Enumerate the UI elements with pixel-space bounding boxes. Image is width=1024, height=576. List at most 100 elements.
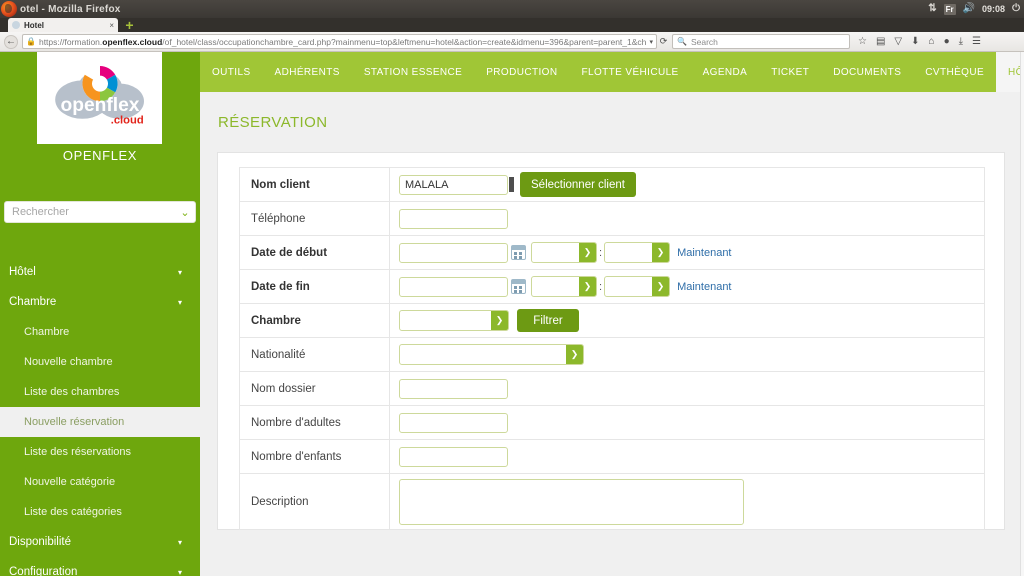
chevron-down-icon[interactable]: ▾ — [649, 38, 653, 46]
label-nom-dossier: Nom dossier — [239, 371, 390, 406]
sync-icon[interactable]: ● — [944, 36, 950, 47]
sidebar-item-nouvelle-reservation[interactable]: Nouvelle réservation — [0, 407, 200, 437]
field-nombre-adultes — [389, 405, 985, 440]
table-row: Nom client Sélectionner client — [239, 167, 985, 202]
tab-cvtheque[interactable]: CVTHÈQUE — [913, 52, 996, 92]
browser-navbar: ← 🔒 https://formation.openflex.cloud/of_… — [0, 32, 1024, 52]
home-icon[interactable]: ⌂ — [929, 36, 935, 47]
tab-outils[interactable]: OUTILS — [200, 52, 263, 92]
label-nationalite: Nationalité — [239, 337, 390, 372]
svg-text:.cloud: .cloud — [110, 115, 143, 127]
sidebar-item-hotel[interactable]: Hôtel ▾ — [0, 257, 200, 287]
field-telephone — [389, 201, 985, 236]
date-fin-input[interactable] — [399, 276, 508, 297]
calendar-icon[interactable] — [511, 245, 526, 260]
downloads-icon[interactable]: ⬇ — [911, 36, 919, 47]
url-bar[interactable]: 🔒 https://formation.openflex.cloud/of_ho… — [22, 34, 657, 49]
label-nombre-enfants: Nombre d'enfants — [239, 439, 390, 474]
sidebar-item-nouvelle-chambre[interactable]: Nouvelle chambre — [0, 347, 200, 377]
chevron-down-icon[interactable]: ⌄ — [175, 202, 195, 222]
network-icon[interactable]: ⇅ — [928, 4, 936, 14]
nationalite-select[interactable]: ❯ — [399, 344, 584, 365]
page-favicon-icon — [12, 21, 20, 29]
date-debut-minute-select[interactable]: ❯ — [604, 242, 671, 263]
sidebar-item-label: Hôtel — [9, 266, 36, 278]
date-fin-hour-select[interactable]: ❯ — [531, 276, 597, 297]
reservation-form-card: Nom client Sélectionner client Téléphone — [217, 152, 1005, 530]
text-cursor-icon — [509, 177, 514, 192]
sidebar-item-chambre[interactable]: Chambre — [0, 317, 200, 347]
logo-card[interactable]: openflex .cloud — [37, 52, 162, 144]
power-icon[interactable]: ⏻ — [1012, 4, 1020, 14]
page-title: RÉSERVATION — [218, 114, 328, 131]
sidebar-item-label: Liste des catégories — [24, 506, 122, 518]
firefox-icon — [1, 1, 17, 17]
sidebar: openflex .cloud OPENFLEX Rechercher ⌄ Hô… — [0, 52, 200, 576]
nombre-adultes-input[interactable] — [399, 412, 508, 433]
chevron-down-icon: ❯ — [491, 311, 508, 330]
save-icon[interactable]: ⤓ — [959, 36, 963, 47]
nom-dossier-input[interactable] — [399, 378, 508, 399]
tab-production[interactable]: PRODUCTION — [474, 52, 569, 92]
tab-adherents[interactable]: ADHÉRENTS — [263, 52, 352, 92]
sidebar-item-liste-des-chambres[interactable]: Liste des chambres — [0, 377, 200, 407]
sidebar-item-liste-des-reservations[interactable]: Liste des réservations — [0, 437, 200, 467]
sidebar-item-disponibilite[interactable]: Disponibilité ▾ — [0, 527, 200, 557]
sidebar-item-nouvelle-categorie[interactable]: Nouvelle catégorie — [0, 467, 200, 497]
sidebar-item-chambre-group[interactable]: Chambre ▾ — [0, 287, 200, 317]
bookmark-star-icon[interactable]: ☆ — [858, 36, 867, 47]
calendar-icon[interactable] — [511, 279, 526, 294]
tab-ticket[interactable]: TICKET — [759, 52, 821, 92]
close-icon[interactable]: × — [109, 21, 114, 30]
sidebar-search-input[interactable]: Rechercher ⌄ — [4, 201, 196, 223]
tab-flotte-vehicule[interactable]: FLOTTE VÉHICULE — [569, 52, 690, 92]
back-button[interactable]: ← — [4, 34, 18, 49]
description-textarea[interactable] — [399, 478, 744, 525]
pocket-icon[interactable]: ▽ — [894, 36, 902, 47]
browser-search-input[interactable]: 🔍 Search — [672, 34, 850, 49]
selected-value — [532, 243, 579, 262]
nom-client-input[interactable] — [399, 174, 508, 195]
search-icon: 🔍 — [677, 37, 687, 46]
browser-tabstrip: Hotel × + — [0, 18, 1024, 32]
tab-station-essence[interactable]: STATION ESSENCE — [352, 52, 474, 92]
table-row: Nom dossier — [239, 371, 985, 406]
volume-icon[interactable]: 🔊 — [963, 4, 975, 14]
selectionner-client-button[interactable]: Sélectionner client — [520, 172, 636, 197]
sidebar-item-label: Chambre — [9, 296, 57, 308]
reader-view-icon[interactable]: ▤ — [876, 36, 885, 47]
chevron-down-icon: ❯ — [652, 243, 670, 262]
date-fin-minute-select[interactable]: ❯ — [604, 276, 671, 297]
nombre-enfants-input[interactable] — [399, 446, 508, 467]
date-debut-input[interactable] — [399, 242, 508, 263]
browser-tab-hotel[interactable]: Hotel × — [8, 18, 118, 32]
label-nombre-adultes: Nombre d'adultes — [239, 405, 390, 440]
date-debut-hour-select[interactable]: ❯ — [531, 242, 597, 263]
sidebar-item-label: Disponibilité — [9, 536, 72, 548]
chevron-down-icon: ❯ — [566, 345, 583, 364]
selected-value — [400, 311, 491, 330]
date-fin-maintenant-link[interactable]: Maintenant — [677, 281, 731, 293]
sidebar-item-label: Liste des chambres — [24, 386, 120, 398]
chambre-select[interactable]: ❯ — [399, 310, 509, 331]
lock-icon: 🔒 — [26, 37, 36, 46]
menu-hamburger-icon[interactable]: ☰ — [972, 36, 981, 47]
table-row: Date de début ❯ : ❯ Maintenant — [239, 235, 985, 270]
page-scrollbar[interactable] — [1020, 52, 1024, 576]
sidebar-search-placeholder: Rechercher — [12, 206, 69, 218]
field-chambre: ❯ Filtrer — [389, 303, 985, 338]
sidebar-item-liste-des-categories[interactable]: Liste des catégories — [0, 497, 200, 527]
tab-documents[interactable]: DOCUMENTS — [821, 52, 913, 92]
url-scheme: https://formation. — [38, 36, 103, 47]
sidebar-item-label: Nouvelle réservation — [24, 416, 125, 428]
sidebar-item-configuration[interactable]: Configuration ▾ — [0, 557, 200, 576]
reload-button[interactable]: ⟳ — [657, 36, 670, 47]
tab-agenda[interactable]: AGENDA — [691, 52, 760, 92]
date-debut-maintenant-link[interactable]: Maintenant — [677, 247, 731, 259]
telephone-input[interactable] — [399, 208, 508, 229]
keyboard-layout-indicator[interactable]: Fr — [943, 3, 956, 15]
new-tab-button[interactable]: + — [124, 18, 135, 32]
table-row: Description — [239, 473, 985, 530]
clock[interactable]: 09:08 — [982, 4, 1005, 14]
filtrer-button[interactable]: Filtrer — [517, 309, 579, 332]
